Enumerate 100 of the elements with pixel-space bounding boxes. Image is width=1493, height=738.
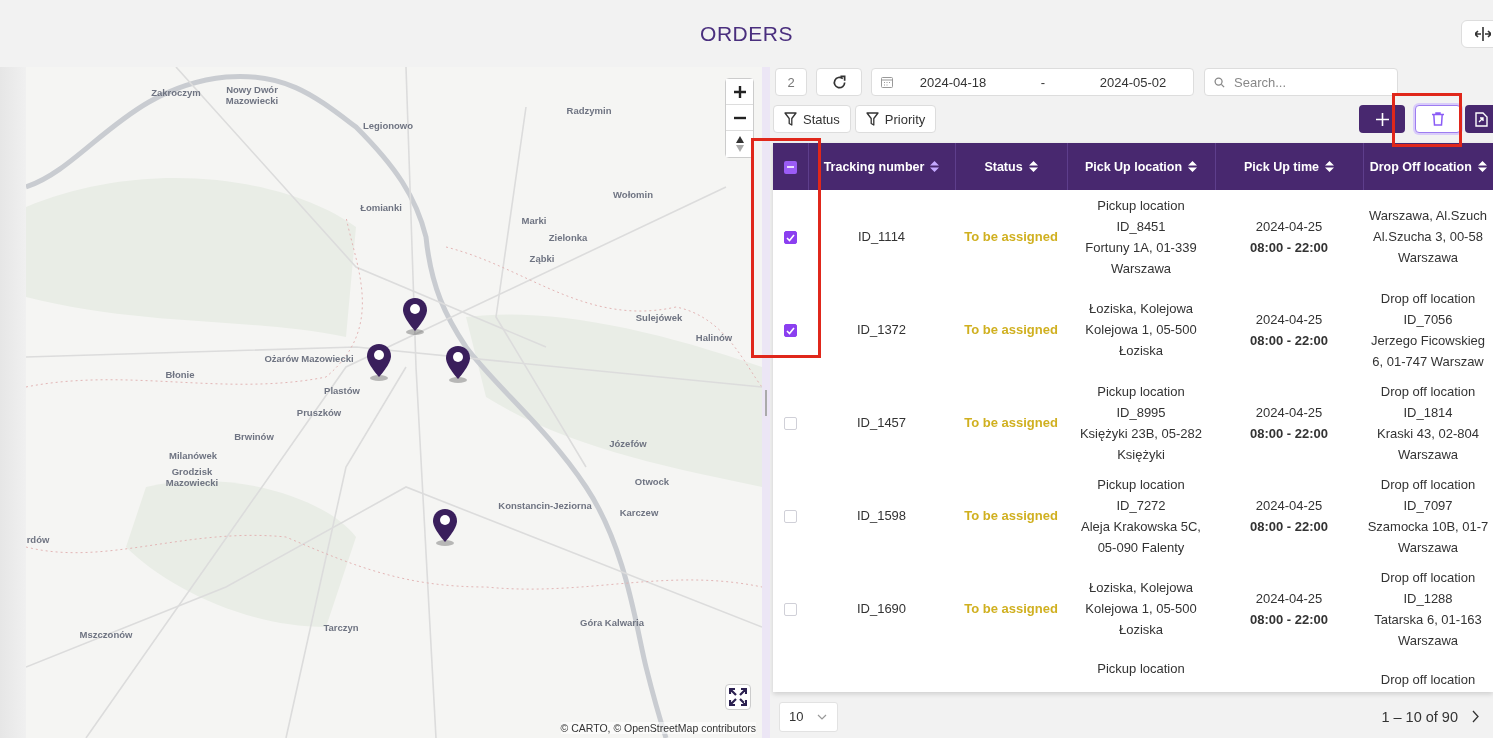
column-header[interactable]: Pick Up time (1244, 159, 1319, 174)
search-input[interactable]: Search... (1232, 73, 1386, 91)
status-label: To be assigned (964, 415, 1058, 430)
search-field[interactable]: Search... (1204, 68, 1398, 96)
check-icon (786, 233, 795, 242)
map-place-label: Brwinów (234, 430, 274, 442)
dropoff-location-cell-text: Drop off location ID_7056 Jerzego Ficowskieg 6, 01-747 Warszaw (1369, 289, 1487, 371)
next-page-button[interactable] (1472, 710, 1479, 723)
map-place-label: Ząbki (529, 252, 555, 264)
status-label: To be assigned (964, 601, 1058, 616)
map-place-label: Tarczyn (323, 621, 359, 633)
map-place-label: Otwock (634, 475, 670, 487)
split-icon (1475, 25, 1491, 42)
pickup-location-cell: Pickup location ID_8451 Fortuny 1A, 01-339 Warszawa (1067, 190, 1215, 283)
split-view-button[interactable] (1461, 19, 1493, 48)
row-checkbox[interactable] (784, 231, 797, 245)
map-place-label: Łomianki (360, 201, 402, 213)
search-icon (1214, 76, 1225, 88)
refresh-icon (831, 74, 847, 90)
tracking-number: ID_1598 (856, 508, 907, 523)
selected-count: 2 (775, 68, 807, 96)
tracking-number: ID_1690 (856, 601, 907, 616)
row-checkbox[interactable] (784, 324, 797, 338)
export-button[interactable] (1465, 105, 1493, 133)
map-place-label: rdów (26, 533, 50, 545)
refresh-button[interactable] (816, 68, 862, 96)
page-size-select[interactable]: 10 (779, 701, 839, 732)
pickup-location-cell-text: Łoziska, Kolejowa Kolejowa 1, 05-500 Łoziska (1084, 579, 1198, 639)
dropoff-location-cell-text: Drop off location ID_1814 Kraski 43, 02-804 Warszawa (1376, 382, 1480, 464)
pickup-date: 2024-04-25 (1254, 496, 1324, 515)
pickup-date: 2024-04-25 (1254, 589, 1324, 608)
status-label: To be assigned (964, 508, 1058, 523)
map-pin-icon[interactable] (432, 508, 458, 546)
map-place-label: Błonie (165, 368, 195, 380)
file-export-icon (1475, 111, 1488, 127)
status-label: To be assigned (964, 229, 1058, 244)
map-place-label: Milanówek (169, 449, 217, 461)
map-place-label: Nowy Dwór Mazowiecki (224, 84, 280, 106)
pickup-hours: 08:00 - 22:00 (1248, 424, 1330, 443)
pickup-location-cell-text: Łoziska, Kolejowa Kolejowa 1, 05-500 Łoziska (1084, 300, 1198, 360)
map-place-label: Zielonka (548, 231, 588, 243)
dropoff-location-cell-text: Drop off location ID_1288 Tatarska 6, 01-163 Warszawa (1373, 568, 1483, 650)
minus-icon (786, 166, 794, 169)
page-range: 1 – 10 of 90 (1381, 708, 1458, 725)
map-place-label: Józefów (609, 437, 647, 449)
map-pin-icon[interactable] (402, 297, 428, 335)
map-place-label: Mszczonów (79, 628, 133, 640)
tracking-number: ID_1114 (857, 229, 906, 244)
chevron-down-icon (817, 713, 828, 720)
expand-icon (729, 688, 747, 706)
filter-icon (865, 112, 879, 126)
map-place-label: Grodzisk Mazowiecki (164, 466, 220, 488)
map-place-label: Wołomin (613, 188, 653, 200)
sort-icon[interactable] (1477, 161, 1487, 172)
column-header[interactable]: Status (984, 159, 1023, 174)
map-place-label: Sulejówek (635, 311, 683, 323)
select-all-checkbox[interactable] (783, 160, 797, 174)
sort-icon[interactable] (930, 161, 940, 172)
map-place-label: Plastów (324, 384, 360, 396)
status-label: To be assigned (964, 322, 1058, 337)
date-range-field[interactable]: 2024-04-18 - 2024-05-02 (871, 68, 1194, 96)
plus-icon (733, 85, 746, 98)
map-place-label: Legionowo (362, 119, 414, 131)
tracking-number: ID_1457 (856, 415, 907, 430)
filter-button[interactable]: Status (773, 105, 851, 133)
pickup-hours: 08:00 - 22:00 (1248, 238, 1330, 257)
page-title: ORDERS (700, 21, 793, 46)
pickup-date: 2024-04-25 (1254, 217, 1324, 236)
sort-icon[interactable] (1028, 161, 1038, 172)
sort-icon[interactable] (1325, 161, 1334, 172)
filter-button[interactable]: Priority (854, 105, 937, 133)
pickup-location-cell-text: Pickup location ID_7272 Aleja Krakowska 5C, 05-090 Falenty (1080, 475, 1202, 557)
map-place-label: Ożarów Mazowiecki (264, 352, 354, 364)
map-pin-icon[interactable] (445, 345, 471, 383)
map-place-label: Marki (521, 214, 547, 226)
dropoff-location-cell-text: Drop off location ID_7097 Szamocka 10B, 01-7 Warszawa (1366, 475, 1490, 557)
pickup-location-cell-text: Pickup location (1096, 660, 1186, 678)
pickup-hours: 08:00 - 22:00 (1248, 610, 1330, 629)
check-icon (786, 326, 795, 335)
zoom-in-button[interactable] (726, 79, 753, 105)
dropoff-location-cell: Warszawa, Al.Szuch Al.Szucha 3, 00-58 Warszawa (1363, 190, 1493, 283)
pickup-hours: 08:00 - 22:00 (1248, 331, 1330, 350)
pickup-hours: 08:00 - 22:00 (1248, 517, 1330, 536)
start-date: 2024-04-18 (918, 74, 988, 90)
map-pin-icon[interactable] (366, 343, 392, 381)
pickup-date: 2024-04-25 (1254, 310, 1324, 329)
map-place-label: Pruszków (296, 406, 342, 418)
plus-icon (1375, 112, 1389, 126)
trash-icon (1432, 112, 1444, 126)
delete-button[interactable] (1415, 105, 1461, 133)
map-place-label: Karczew (619, 506, 659, 518)
fullscreen-button[interactable] (725, 684, 751, 710)
dropoff-location-cell-text: Drop off location (1379, 671, 1477, 689)
tracking-number: ID_1372 (856, 322, 907, 337)
filter-icon (784, 112, 797, 126)
add-button[interactable] (1359, 105, 1405, 133)
map-attribution: © CARTO, © OpenStreetMap contributors (560, 722, 756, 734)
map-place-label: Góra Kalwaria (580, 616, 644, 628)
sort-icon[interactable] (1188, 161, 1198, 172)
chevron-right-icon (1472, 710, 1479, 723)
